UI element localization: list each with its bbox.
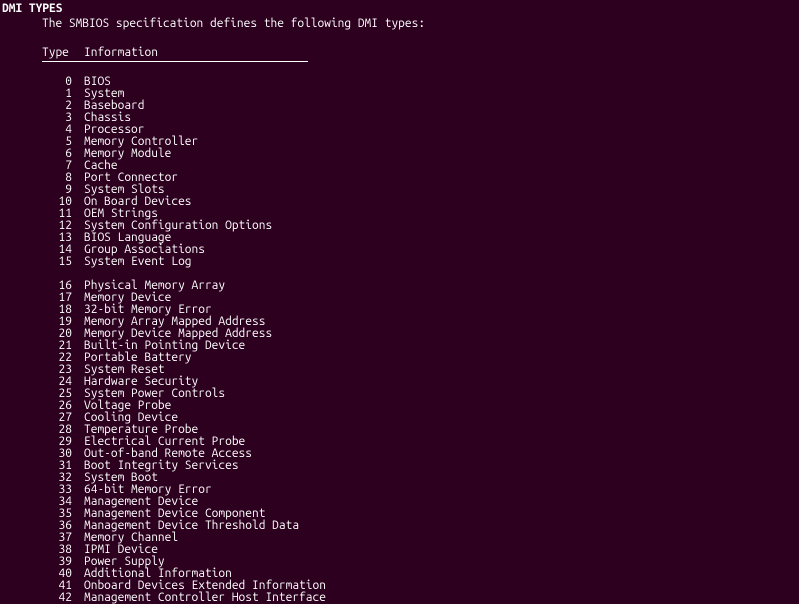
table-row: 15System Event Log <box>42 256 799 268</box>
type-cell: 15 <box>42 256 72 268</box>
table-row: 42Management Controller Host Interface <box>42 592 799 604</box>
header-information: Information <box>84 46 308 60</box>
table-row: 41Onboard Devices Extended Information <box>42 580 799 592</box>
table-row: 0BIOS <box>42 76 799 88</box>
header-type: Type <box>42 46 84 60</box>
table-group-2: 16Physical Memory Array17Memory Device18… <box>42 280 799 604</box>
info-cell: Management Controller Host Interface <box>72 592 326 604</box>
type-cell: 42 <box>42 592 72 604</box>
gap <box>42 62 799 76</box>
info-cell: System Event Log <box>72 256 192 268</box>
table-header-row: Type Information <box>42 46 308 62</box>
dmi-types-table: Type Information 0BIOS1System2Baseboard3… <box>0 46 799 604</box>
intro-text: The SMBIOS specification defines the fol… <box>0 17 799 31</box>
table-row: 2Baseboard <box>42 100 799 112</box>
table-group-1: 0BIOS1System2Baseboard3Chassis4Processor… <box>42 76 799 268</box>
table-row: 1System <box>42 88 799 100</box>
type-cell: 41 <box>42 580 72 592</box>
info-cell: Onboard Devices Extended Information <box>72 580 326 592</box>
table-row: 3Chassis <box>42 112 799 124</box>
section-heading: DMI TYPES <box>0 2 799 16</box>
table-row: 6Memory Module <box>42 148 799 160</box>
